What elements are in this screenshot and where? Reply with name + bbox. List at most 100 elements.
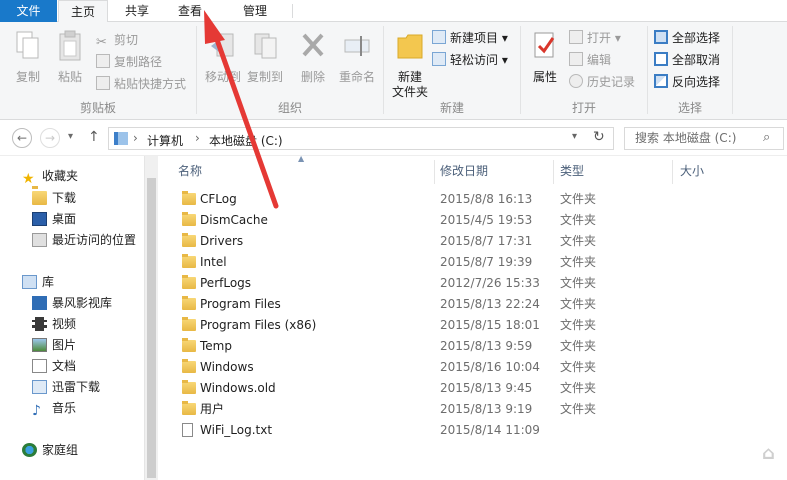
forward-button[interactable]: → xyxy=(40,128,60,148)
cut-button[interactable]: ✂ 剪切 xyxy=(96,30,138,50)
rename-icon xyxy=(344,36,370,56)
download-folder-icon xyxy=(32,380,47,394)
column-separator[interactable] xyxy=(672,160,673,184)
paste-icon xyxy=(59,30,81,61)
paste-label: 粘贴 xyxy=(57,70,82,84)
column-name[interactable]: 名称 xyxy=(178,160,202,182)
properties-label: 属性 xyxy=(532,70,557,84)
music-note-icon: ♪ xyxy=(32,403,41,419)
nav-videos[interactable]: 视频 xyxy=(32,314,76,334)
picture-icon xyxy=(32,338,47,352)
paste-shortcut-icon xyxy=(96,76,110,90)
tab-file[interactable]: 文件 xyxy=(0,0,57,22)
recent-locations-dropdown[interactable]: ▾ xyxy=(68,131,73,142)
search-input[interactable]: 搜索 本地磁盘 (C:) xyxy=(624,127,784,150)
column-separator[interactable] xyxy=(434,160,435,184)
invert-selection-button[interactable]: 反向选择 xyxy=(654,72,720,92)
folder-icon xyxy=(182,296,196,310)
recent-places-icon xyxy=(32,233,47,247)
homegroup-icon xyxy=(22,443,37,457)
nav-libraries[interactable]: 库 xyxy=(22,272,54,292)
file-row[interactable]: Intel 2015/8/7 19:39 文件夹 xyxy=(176,252,656,273)
file-name: Drivers xyxy=(200,234,244,248)
ribbon-tabs: 文件 主页 共享 查看 管理 xyxy=(0,0,787,23)
move-to-button[interactable]: 移动到 xyxy=(201,30,245,85)
column-separator[interactable] xyxy=(553,160,554,184)
breadcrumb-computer[interactable]: 计算机 xyxy=(147,132,183,149)
folder-icon xyxy=(182,254,196,268)
nav-favorites[interactable]: ★ 收藏夹 xyxy=(22,166,78,186)
nav-baofeng[interactable]: 暴风影视库 xyxy=(32,293,112,313)
properties-button[interactable]: 属性 xyxy=(525,30,565,85)
file-row[interactable]: Program Files (x86) 2015/8/15 18:01 文件夹 xyxy=(176,315,656,336)
nav-recent[interactable]: 最近访问的位置 xyxy=(32,230,136,250)
copy-to-button[interactable]: 复制到 xyxy=(243,30,287,85)
tab-view[interactable]: 查看 xyxy=(164,0,216,22)
rename-label: 重命名 xyxy=(338,70,375,84)
folder-icon xyxy=(182,275,196,289)
tab-share[interactable]: 共享 xyxy=(112,0,162,22)
file-row[interactable]: PerfLogs 2012/7/26 15:33 文件夹 xyxy=(176,273,656,294)
nav-pictures[interactable]: 图片 xyxy=(32,335,76,355)
history-icon xyxy=(569,74,583,88)
column-type[interactable]: 类型 xyxy=(560,160,584,182)
new-item-label: 新建项目 xyxy=(450,31,499,45)
paste-button[interactable]: 粘贴 xyxy=(50,30,90,85)
file-row[interactable]: Drivers 2015/8/7 17:31 文件夹 xyxy=(176,231,656,252)
file-row[interactable]: CFLog 2015/8/8 16:13 文件夹 xyxy=(176,189,656,210)
file-row[interactable]: WiFi_Log.txt 2015/8/14 11:09 xyxy=(176,420,656,441)
file-row[interactable]: Windows 2015/8/16 10:04 文件夹 xyxy=(176,357,656,378)
nav-homegroup[interactable]: 家庭组 xyxy=(22,440,78,460)
nav-documents[interactable]: 文档 xyxy=(32,356,76,376)
file-row[interactable]: 用户 2015/8/13 9:19 文件夹 xyxy=(176,399,656,420)
nav-music-label: 音乐 xyxy=(52,401,77,415)
edit-icon xyxy=(569,52,583,66)
column-date[interactable]: 修改日期 xyxy=(440,160,488,182)
paste-shortcut-button[interactable]: 粘贴快捷方式 xyxy=(96,74,186,94)
file-name: PerfLogs xyxy=(200,276,252,290)
new-item-button[interactable]: 新建项目 ▾ xyxy=(432,28,508,48)
back-button[interactable]: ← xyxy=(12,128,32,148)
address-field[interactable]: › 计算机 › 本地磁盘 (C:) ▾ ↻ xyxy=(108,127,614,150)
nav-desktop[interactable]: 桌面 xyxy=(32,209,76,229)
copy-button[interactable]: 复制 xyxy=(8,30,48,85)
nav-music[interactable]: ♪ 音乐 xyxy=(32,398,76,418)
file-row[interactable]: Windows.old 2015/8/13 9:45 文件夹 xyxy=(176,378,656,399)
address-dropdown-icon[interactable]: ▾ xyxy=(572,131,577,142)
file-name: Windows.old xyxy=(200,381,276,395)
scrollbar-thumb[interactable] xyxy=(147,178,156,478)
nav-downloads[interactable]: 下载 xyxy=(32,188,76,208)
document-icon xyxy=(32,359,47,373)
select-group: 全部选择 全部取消 反向选择 选择 xyxy=(648,22,732,120)
copy-path-button[interactable]: 复制路径 xyxy=(96,52,162,72)
file-type: 文件夹 xyxy=(560,255,597,269)
edit-button[interactable]: 编辑 xyxy=(569,50,611,70)
search-icon: ⌕ xyxy=(763,130,771,145)
rename-button[interactable]: 重命名 xyxy=(335,30,379,85)
breadcrumb-chevron-icon: › xyxy=(133,131,138,145)
open-button[interactable]: 打开 ▾ xyxy=(569,28,621,48)
column-size[interactable]: 大小 xyxy=(680,160,704,182)
file-date: 2015/8/13 9:19 xyxy=(440,402,533,416)
tab-manage[interactable]: 管理 xyxy=(228,0,282,22)
history-button[interactable]: 历史记录 xyxy=(569,72,635,92)
tab-home[interactable]: 主页 xyxy=(58,0,108,23)
file-row[interactable]: DismCache 2015/4/5 19:53 文件夹 xyxy=(176,210,656,231)
up-button[interactable]: ↑ xyxy=(88,129,100,145)
refresh-icon[interactable]: ↻ xyxy=(593,129,605,145)
file-name: 用户 xyxy=(200,402,225,416)
select-none-label: 全部取消 xyxy=(672,53,721,67)
breadcrumb-local-disk[interactable]: 本地磁盘 (C:) xyxy=(209,132,283,149)
select-all-button[interactable]: 全部选择 xyxy=(654,28,720,48)
navigation-scrollbar[interactable] xyxy=(144,156,158,480)
back-arrow-icon: ← xyxy=(16,131,28,145)
file-row[interactable]: Program Files 2015/8/13 22:24 文件夹 xyxy=(176,294,656,315)
copy-icon xyxy=(16,31,39,59)
delete-icon xyxy=(302,33,324,57)
new-folder-button[interactable]: 新建 文件夹 xyxy=(388,30,432,100)
delete-button[interactable]: 删除 xyxy=(293,30,333,85)
nav-xunlei[interactable]: 迅雷下载 xyxy=(32,377,100,397)
file-row[interactable]: Temp 2015/8/13 9:59 文件夹 xyxy=(176,336,656,357)
easy-access-button[interactable]: 轻松访问 ▾ xyxy=(432,50,508,70)
select-none-button[interactable]: 全部取消 xyxy=(654,50,720,70)
